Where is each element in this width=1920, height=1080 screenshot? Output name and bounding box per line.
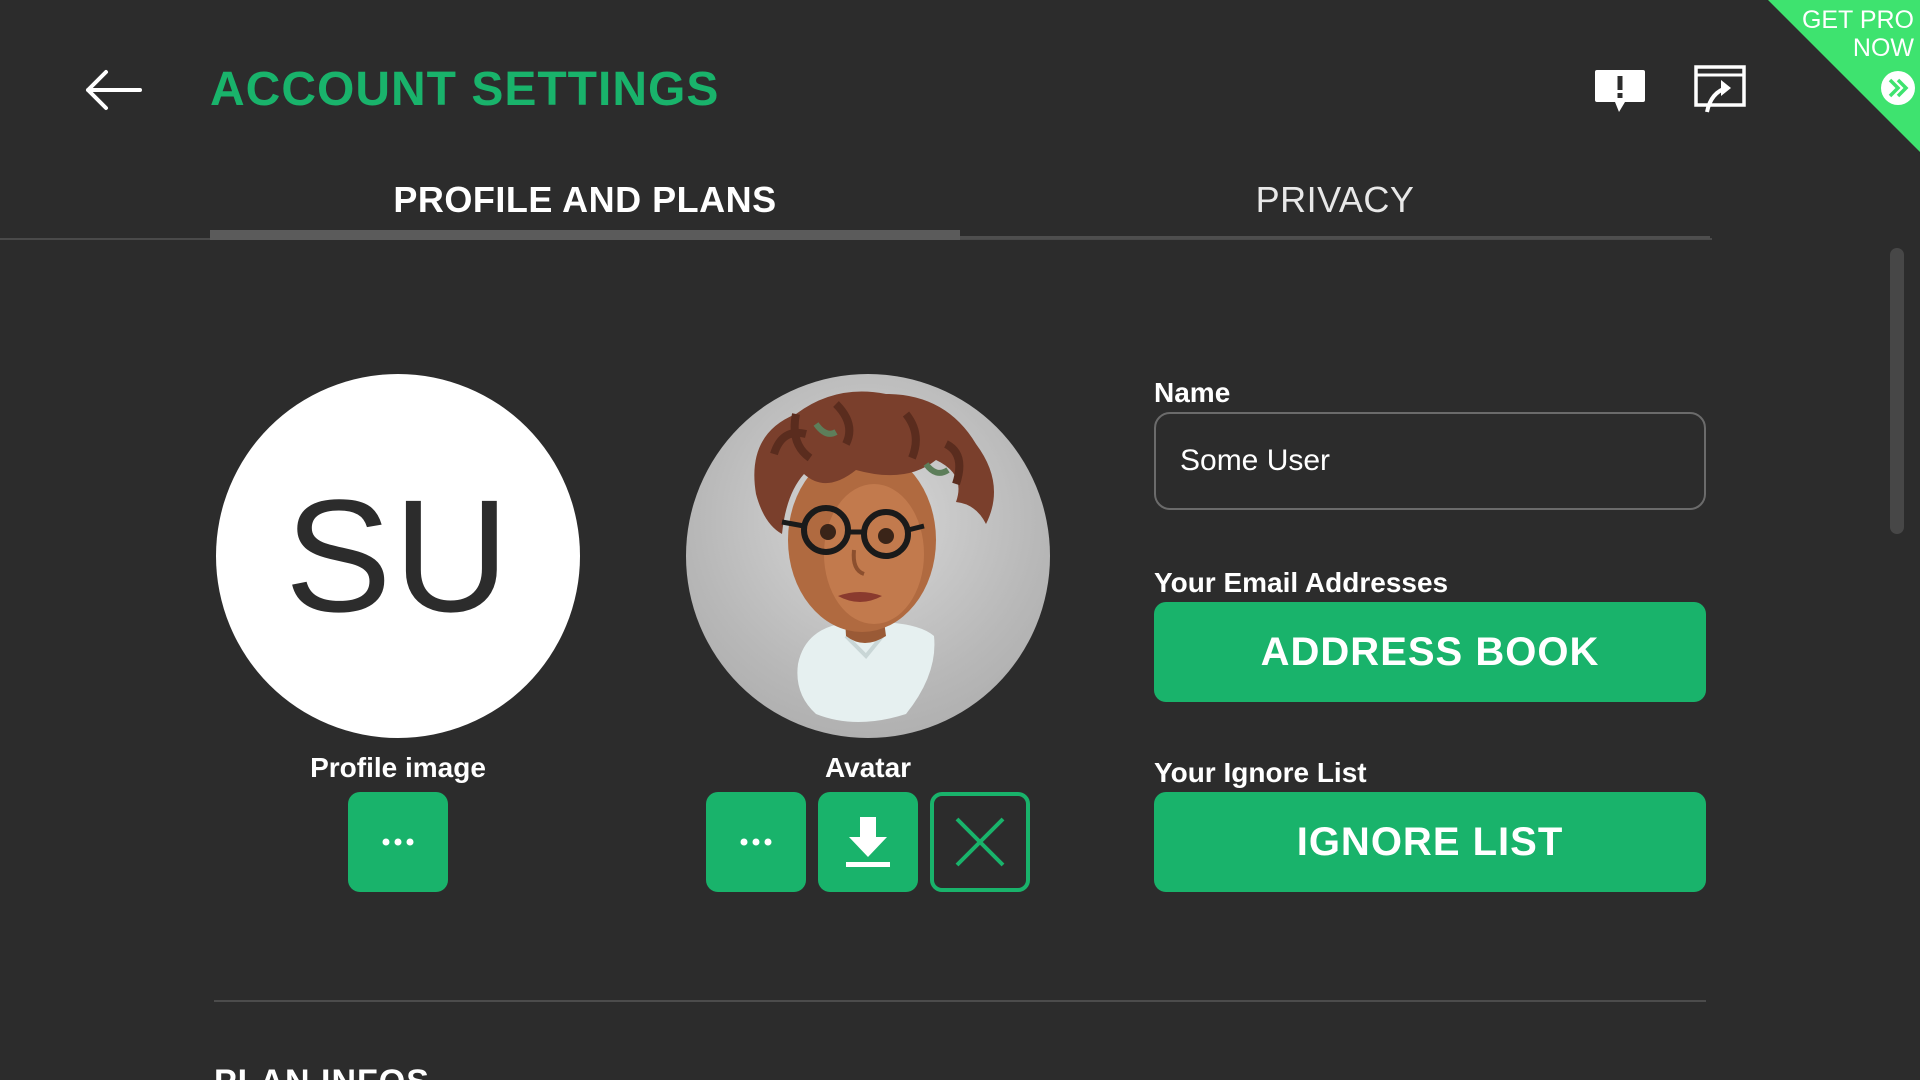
ignore-list-label: Your Ignore List [1154, 757, 1367, 788]
avatar-remove-button[interactable] [930, 792, 1030, 892]
section-divider [214, 1000, 1706, 1002]
address-book-button[interactable]: ADDRESS BOOK [1154, 602, 1706, 702]
tab-bar: PROFILE AND PLANS PRIVACY [210, 160, 1710, 240]
back-button[interactable] [78, 62, 150, 118]
profile-image[interactable]: SU [216, 374, 580, 738]
profile-image-options-button[interactable] [348, 792, 448, 892]
more-icon [740, 838, 772, 846]
tab-privacy[interactable]: PRIVACY [960, 160, 1710, 240]
get-pro-banner[interactable]: GET PRO NOW [1768, 0, 1920, 152]
feedback-button[interactable] [1588, 60, 1652, 120]
avatar-image[interactable] [686, 374, 1050, 738]
promo-line1: GET PRO [1801, 6, 1914, 34]
avatar-options-button[interactable] [706, 792, 806, 892]
page-title: ACCOUNT SETTINGS [210, 63, 720, 116]
account-settings-screen: ACCOUNT SETTINGS GET PRO NOW PROFILE AND… [0, 0, 1920, 1080]
avatar-label: Avatar [824, 752, 912, 783]
share-screen-icon [1694, 65, 1746, 113]
double-chevron-right-icon [1881, 71, 1915, 105]
email-label: Your Email Addresses [1154, 567, 1449, 598]
close-icon [955, 817, 1005, 867]
more-icon [382, 838, 414, 846]
avatar-download-button[interactable] [818, 792, 918, 892]
profile-image-label: Profile image [310, 752, 486, 783]
profile-initials: SU [284, 466, 512, 645]
name-input[interactable] [1154, 412, 1706, 510]
share-screen-button[interactable] [1688, 60, 1752, 120]
avatar-illustration [754, 391, 994, 722]
back-arrow-icon [86, 70, 142, 110]
plan-infos-heading: PLAN INFOS [214, 1062, 430, 1080]
feedback-icon [1595, 70, 1645, 112]
download-icon [846, 817, 890, 867]
promo-text: GET PRO NOW [1774, 6, 1914, 62]
name-label: Name [1154, 377, 1231, 408]
tab-profile-and-plans[interactable]: PROFILE AND PLANS [210, 160, 960, 240]
promo-line2: NOW [1852, 34, 1914, 62]
ignore-list-button[interactable]: IGNORE LIST [1154, 792, 1706, 892]
scrollbar[interactable] [1890, 248, 1904, 534]
